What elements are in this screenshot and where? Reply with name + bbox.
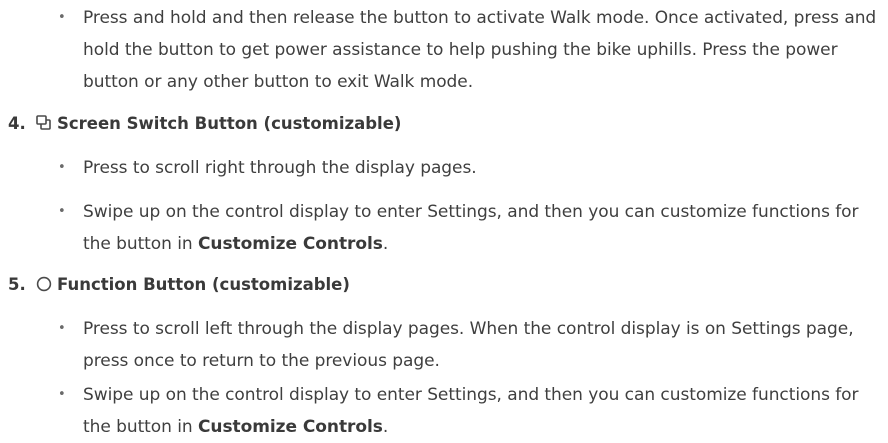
bullet-marker: •	[58, 387, 66, 402]
bullet-text: Press to scroll right through the displa…	[83, 158, 477, 178]
screen-switch-title: Screen Switch Button (customizable)	[57, 114, 402, 133]
screen-switch-bullet-2: • Swipe up on the control display to ent…	[58, 196, 878, 260]
circle-icon	[36, 275, 52, 292]
bullet-marker: •	[58, 204, 66, 219]
customize-controls-label: Customize Controls	[197, 417, 383, 437]
screen-switch-bullet-1: • Press to scroll right through the disp…	[58, 152, 878, 184]
bullet-text: Swipe up on the control display to enter…	[83, 379, 878, 443]
bullet-marker: •	[58, 321, 66, 336]
function-button-heading: 5. Function Button (customizable)	[8, 273, 350, 297]
bullet-text: Press to scroll left through the display…	[83, 319, 854, 371]
screen-switch-icon	[36, 114, 52, 130]
bullet-marker: •	[58, 10, 66, 25]
bullet-text-end: .	[382, 417, 389, 437]
walk-mode-text: Press and hold and then release the butt…	[83, 8, 877, 92]
bullet-marker: •	[58, 160, 66, 175]
manual-page: • Press and hold and then release the bu…	[0, 0, 888, 443]
bullet-text: Swipe up on the control display to enter…	[83, 196, 878, 260]
item-number: 5.	[8, 275, 26, 294]
bullet-text-end: .	[382, 234, 389, 254]
item-number: 4.	[8, 114, 26, 133]
customize-controls-label: Customize Controls	[197, 234, 383, 254]
function-button-bullet-2: • Swipe up on the control display to ent…	[58, 379, 878, 443]
screen-switch-heading: 4. Screen Switch Button (customizable)	[8, 112, 401, 136]
function-button-title: Function Button (customizable)	[57, 275, 350, 294]
function-button-bullet-1: • Press to scroll left through the displ…	[58, 313, 878, 377]
walk-mode-bullet: • Press and hold and then release the bu…	[58, 2, 878, 98]
